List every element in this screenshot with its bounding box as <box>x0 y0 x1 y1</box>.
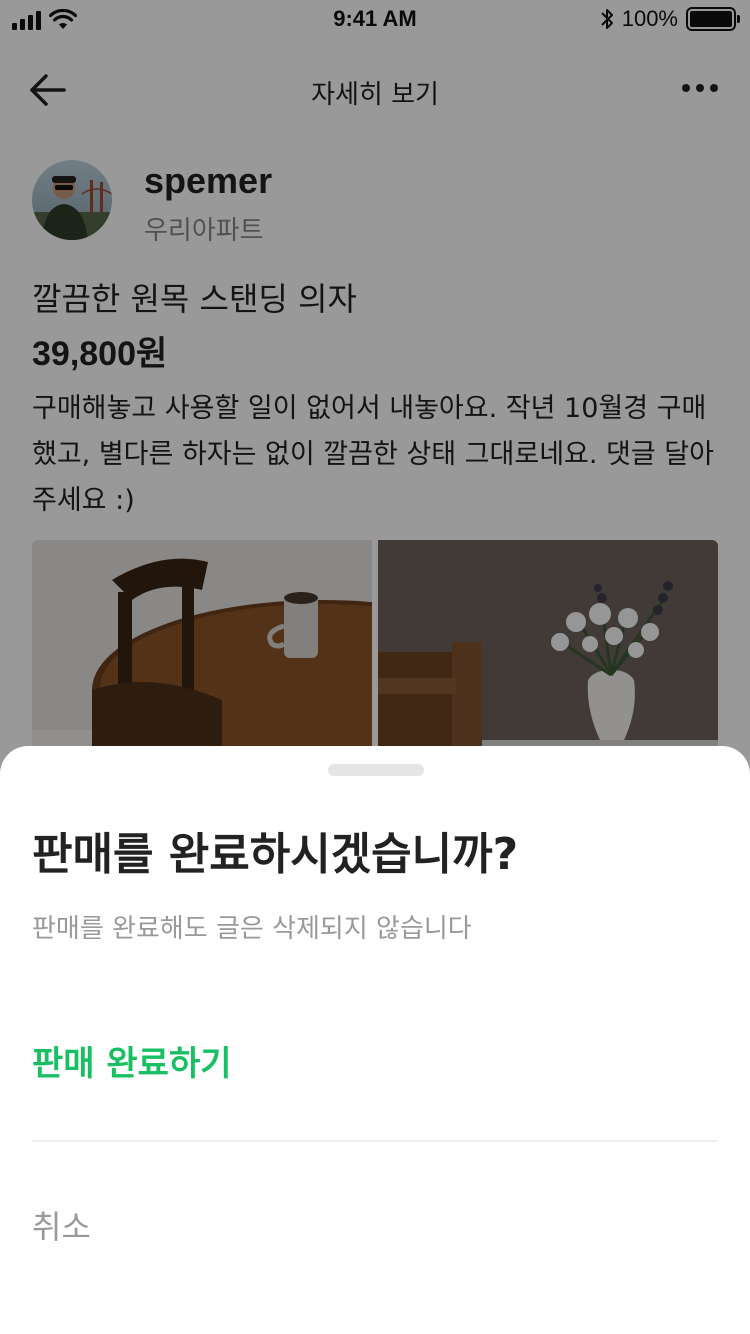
divider <box>32 1140 718 1142</box>
sheet-subtitle: 판매를 완료해도 글은 삭제되지 않습니다 <box>32 914 472 944</box>
cancel-button[interactable]: 취소 <box>32 1202 91 1248</box>
sheet-drag-handle[interactable] <box>328 764 424 776</box>
complete-sale-button[interactable]: 판매 완료하기 <box>32 1036 232 1085</box>
bottom-sheet: 판매를 완료하시겠습니까? 판매를 완료해도 글은 삭제되지 않습니다 판매 완… <box>0 746 750 1334</box>
sheet-title: 판매를 완료하시겠습니까? <box>32 829 519 880</box>
